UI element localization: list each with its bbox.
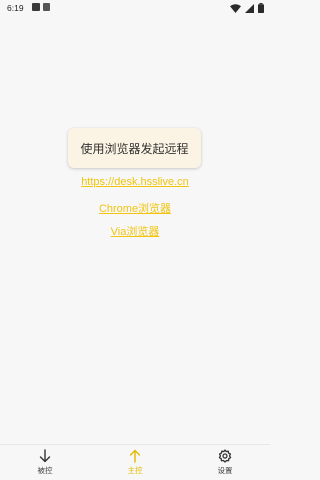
nav-item-controlled[interactable]: 被控 — [0, 445, 90, 480]
main-content: 使用浏览器发起远程 https://desk.hsslive.cn Chrome… — [0, 16, 270, 444]
nav-label-controller: 主控 — [127, 466, 143, 475]
via-browser-link[interactable]: Via浏览器 — [0, 223, 270, 239]
wifi-icon — [230, 3, 241, 13]
status-time: 6:19 — [7, 3, 24, 13]
status-bar: 6:19 — [0, 0, 270, 16]
notification-app-icon-2 — [43, 3, 50, 11]
arrow-up-icon — [128, 449, 142, 463]
status-icons — [230, 3, 264, 13]
nav-item-settings[interactable]: 设置 — [180, 445, 270, 480]
battery-icon — [258, 3, 264, 13]
signal-icon — [245, 3, 254, 13]
gear-icon — [218, 449, 232, 463]
bottom-nav: 被控 主控 设置 — [0, 444, 270, 480]
chrome-browser-link[interactable]: Chrome浏览器 — [0, 200, 270, 216]
start-remote-button[interactable]: 使用浏览器发起远程 — [68, 128, 201, 168]
arrow-down-icon — [38, 449, 52, 463]
website-link[interactable]: https://desk.hsslive.cn — [0, 176, 270, 188]
nav-item-controller[interactable]: 主控 — [90, 445, 180, 480]
nav-label-settings: 设置 — [217, 466, 233, 475]
notification-app-icon — [32, 3, 40, 11]
nav-label-controlled: 被控 — [37, 466, 53, 475]
